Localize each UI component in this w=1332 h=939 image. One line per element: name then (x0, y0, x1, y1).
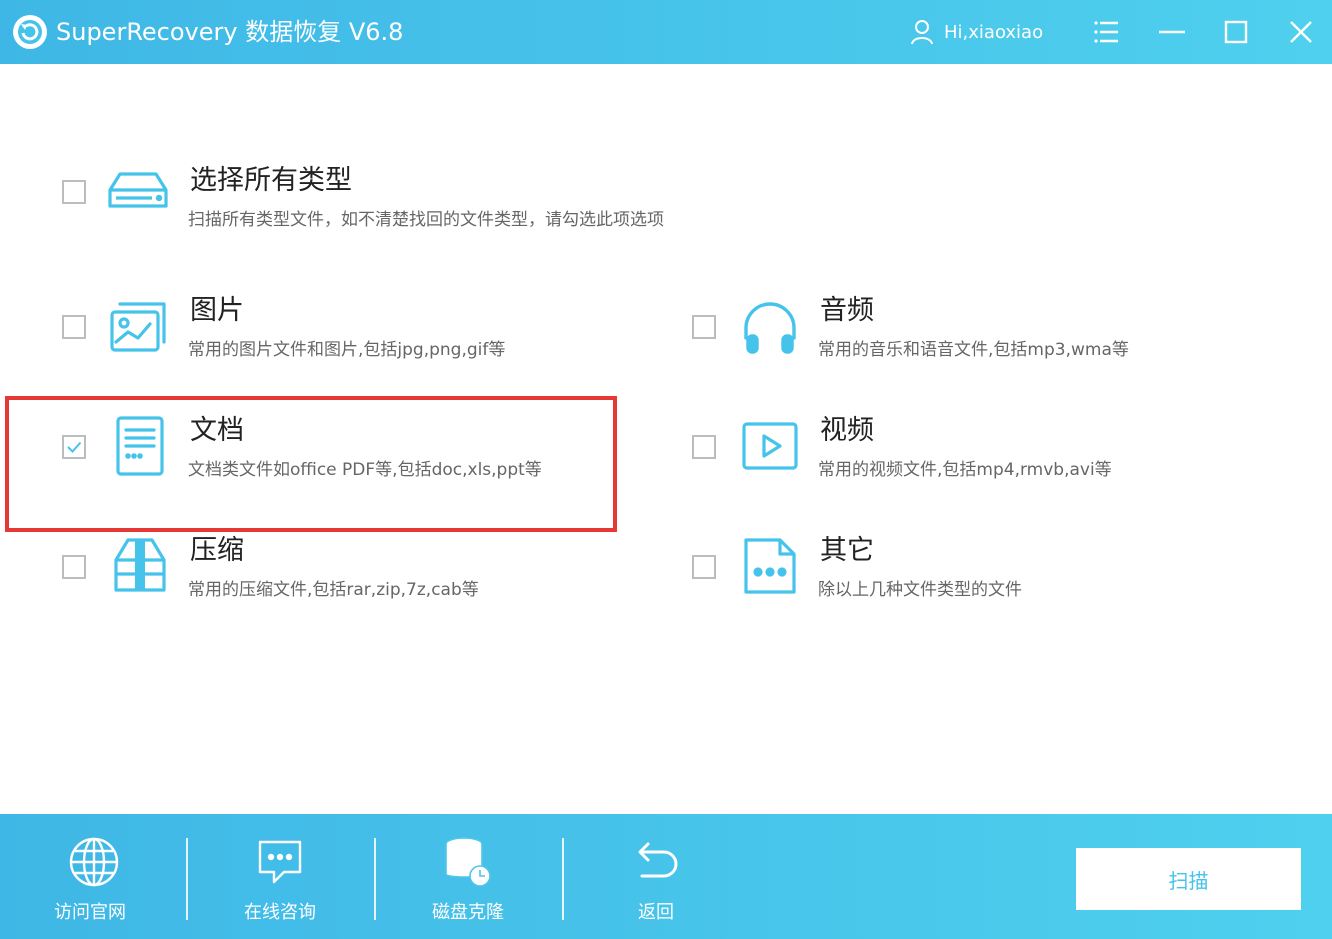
menu-icon (1094, 21, 1118, 43)
type-description: 常用的图片文件和图片,包括jpg,png,gif等 (188, 340, 506, 360)
user-account[interactable]: Hi,xiaoxiao (908, 18, 1043, 46)
type-description: 除以上几种文件类型的文件 (818, 580, 1022, 600)
checkbox-other[interactable] (692, 555, 716, 579)
maximize-button[interactable] (1218, 14, 1254, 50)
user-name: Hi,xiaoxiao (944, 21, 1044, 43)
headphones-icon (738, 296, 802, 360)
type-name: 图片 (190, 295, 244, 326)
option-document[interactable]: 文档 文档类文件如office PDF等,包括doc,xls,ppt等 (0, 400, 640, 500)
title-bar: SuperRecovery 数据恢复 V6.8 Hi,xiaoxiao (0, 0, 1332, 64)
option-audio[interactable]: 音频 常用的音乐和语音文件,包括mp3,wma等 (660, 280, 1300, 380)
disk-clone-button[interactable]: 磁盘克隆 (374, 814, 562, 939)
menu-button[interactable] (1088, 14, 1124, 50)
type-description: 常用的压缩文件,包括rar,zip,7z,cab等 (188, 580, 479, 600)
online-consult-button[interactable]: 在线咨询 (186, 814, 374, 939)
type-description: 扫描所有类型文件，如不清楚找回的文件类型，请勾选此项选项 (188, 210, 664, 230)
type-description: 常用的视频文件,包括mp4,rmvb,avi等 (818, 460, 1112, 480)
type-name: 音频 (820, 295, 874, 326)
picture-icon (106, 296, 170, 360)
hard-drive-icon (106, 160, 170, 224)
database-icon (445, 837, 491, 887)
type-name: 其它 (820, 535, 874, 566)
close-icon (1290, 21, 1312, 43)
close-button[interactable] (1283, 14, 1319, 50)
back-arrow-icon (638, 842, 678, 878)
option-video[interactable]: 视频 常用的视频文件,包括mp4,rmvb,avi等 (660, 400, 1300, 500)
option-picture[interactable]: 图片 常用的图片文件和图片,包括jpg,png,gif等 (0, 280, 640, 380)
checkbox-document[interactable] (62, 435, 86, 459)
checkbox-archive[interactable] (62, 555, 86, 579)
other-file-icon (738, 534, 802, 598)
online-consult-label: 在线咨询 (244, 902, 316, 923)
minimize-button[interactable] (1154, 14, 1190, 50)
archive-icon (108, 534, 172, 598)
checkbox-picture[interactable] (62, 315, 86, 339)
document-icon (108, 414, 172, 478)
type-name: 压缩 (190, 535, 244, 566)
back-button[interactable]: 返回 (562, 814, 750, 939)
scan-button[interactable]: 扫描 (1076, 848, 1301, 910)
visit-website-label: 访问官网 (54, 902, 126, 923)
type-description: 文档类文件如office PDF等,包括doc,xls,ppt等 (188, 460, 542, 480)
disk-clone-label: 磁盘克隆 (432, 902, 504, 923)
type-name: 视频 (820, 415, 874, 446)
type-name: 文档 (190, 415, 244, 446)
type-description: 常用的音乐和语音文件,包括mp3,wma等 (818, 340, 1129, 360)
type-name: 选择所有类型 (190, 165, 352, 196)
chat-icon (258, 840, 302, 884)
app-title: SuperRecovery 数据恢复 V6.8 (56, 18, 404, 46)
visit-website-button[interactable]: 访问官网 (0, 814, 188, 939)
check-icon (67, 441, 82, 453)
app-logo-icon (13, 15, 47, 49)
checkbox-audio[interactable] (692, 315, 716, 339)
video-icon (738, 414, 802, 478)
checkbox-video[interactable] (692, 435, 716, 459)
user-icon (911, 20, 933, 45)
option-all-types[interactable]: 选择所有类型 扫描所有类型文件，如不清楚找回的文件类型，请勾选此项选项 (0, 150, 720, 250)
bottom-toolbar: 访问官网 在线咨询 磁盘克隆 返回 扫描 (0, 814, 1332, 939)
checkbox-all-types[interactable] (62, 180, 86, 204)
option-archive[interactable]: 压缩 常用的压缩文件,包括rar,zip,7z,cab等 (0, 520, 640, 620)
maximize-icon (1224, 20, 1248, 44)
option-other[interactable]: 其它 除以上几种文件类型的文件 (660, 520, 1300, 620)
back-label: 返回 (638, 902, 674, 923)
globe-icon (69, 837, 119, 887)
minimize-icon (1159, 30, 1185, 34)
